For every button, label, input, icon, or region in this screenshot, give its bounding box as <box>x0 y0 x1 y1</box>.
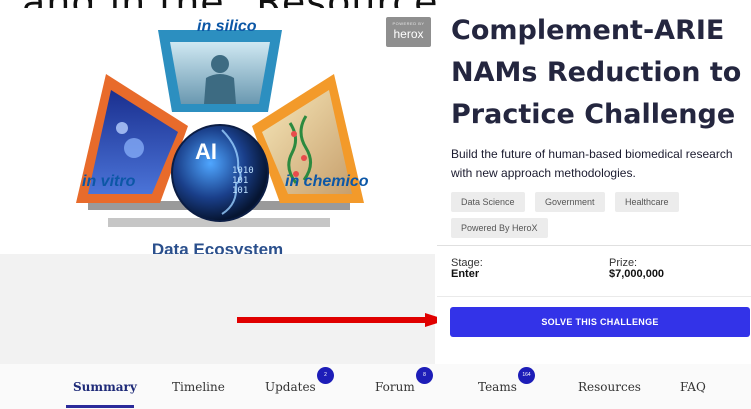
red-arrow-icon <box>237 313 447 327</box>
binary-digits: 1010 101 101 <box>232 166 254 196</box>
data-ecosystem-illustration <box>76 30 364 227</box>
active-tab-underline <box>66 405 134 408</box>
solve-this-challenge-button[interactable]: SOLVE THIS CHALLENGE <box>450 307 750 337</box>
challenge-tags: Data Science Government Healthcare Power… <box>451 192 741 244</box>
challenge-tab-bar: Summary Timeline Updates 2 Forum 8 Teams… <box>0 364 751 409</box>
card-divider-2 <box>437 296 751 297</box>
prize-value: $7,000,000 <box>609 268 665 280</box>
in-vitro-label: in vitro <box>82 173 136 190</box>
forum-count-badge: 8 <box>416 367 433 384</box>
herox-logo: herox <box>393 27 424 41</box>
tab-summary[interactable]: Summary <box>73 380 137 394</box>
tag-data-science[interactable]: Data Science <box>451 192 525 212</box>
tab-updates[interactable]: Updates <box>265 380 316 394</box>
challenge-info-card: Complement-ARIE NAMs Reduction to Practi… <box>437 0 751 364</box>
challenge-hero-image: in silico in vitro in chemico AI 1010 10… <box>0 8 435 259</box>
tag-healthcare[interactable]: Healthcare <box>614 192 679 212</box>
in-silico-label: in silico <box>197 18 257 35</box>
card-divider <box>437 245 751 246</box>
challenge-description: Build the future of human-based biomedic… <box>451 147 733 180</box>
prize-info: Prize: $7,000,000 <box>609 258 664 280</box>
tab-faq[interactable]: FAQ <box>680 380 706 394</box>
tag-powered-by-herox[interactable]: Powered By HeroX <box>451 218 548 238</box>
stage-info: Stage: Enter <box>451 258 483 280</box>
tab-timeline[interactable]: Timeline <box>172 380 225 394</box>
image-footer-band <box>0 254 435 364</box>
tag-government[interactable]: Government <box>534 192 605 212</box>
tab-teams[interactable]: Teams <box>478 380 517 394</box>
powered-by-text: POWERED BY <box>392 21 425 26</box>
ai-label: AI <box>195 139 217 164</box>
teams-count-badge: 164 <box>518 367 535 384</box>
updates-count-badge: 2 <box>317 367 334 384</box>
in-chemico-label: in chemico <box>285 173 369 190</box>
tab-resources[interactable]: Resources <box>578 380 641 394</box>
herox-powered-badge: POWERED BY herox <box>386 17 431 47</box>
tab-forum[interactable]: Forum <box>375 380 415 394</box>
stage-value: Enter <box>451 268 480 280</box>
challenge-title: Complement-ARIE NAMs Reduction to Practi… <box>451 15 742 130</box>
